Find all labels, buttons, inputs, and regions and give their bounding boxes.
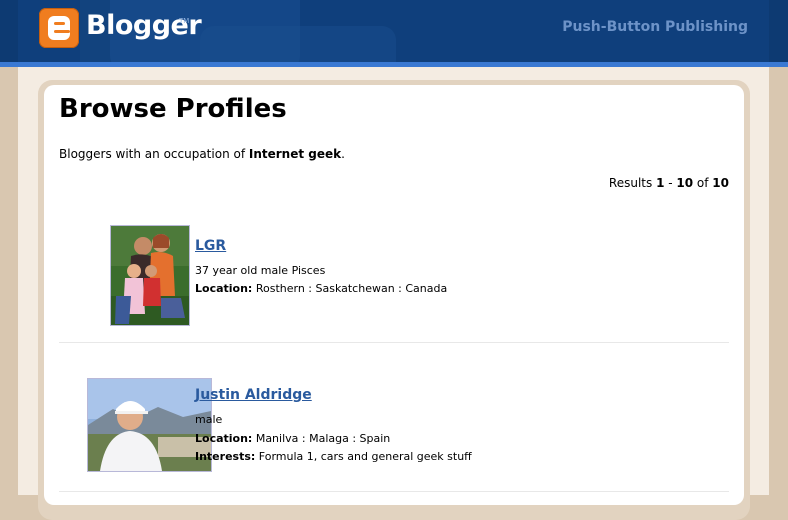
header-tagline: Push-Button Publishing [562,19,748,35]
profile-interests: Interests: Formula 1, cars and general g… [195,450,472,463]
header-decoration [200,26,396,62]
page-title: Browse Profiles [59,94,287,124]
profile-divider [59,491,729,492]
occupation-intro: Bloggers with an occupation of Internet … [59,147,345,161]
profile-summary: 37 year old male Pisces [195,264,326,277]
profile-photo[interactable] [87,378,212,472]
profile-name-link[interactable]: LGR [195,238,226,254]
profile-divider [59,342,729,343]
profile-location: Location: Rosthern : Saskatchewan : Cana… [195,282,448,295]
site-header: Blogger TM Push-Button Publishing [0,0,788,62]
blogger-logo-icon[interactable] [39,8,79,48]
results-count: Results 1 - 10 of 10 [608,176,729,190]
blogger-logo-text[interactable]: Blogger [86,10,202,41]
trademark-mark: TM [179,17,190,25]
profile-photo[interactable] [110,225,190,326]
occupation-value: Internet geek [248,147,342,161]
profile-name-link[interactable]: Justin Aldridge [195,387,312,403]
profile-location: Location: Manilva : Malaga : Spain [195,432,391,445]
profile-summary: male [195,413,223,426]
